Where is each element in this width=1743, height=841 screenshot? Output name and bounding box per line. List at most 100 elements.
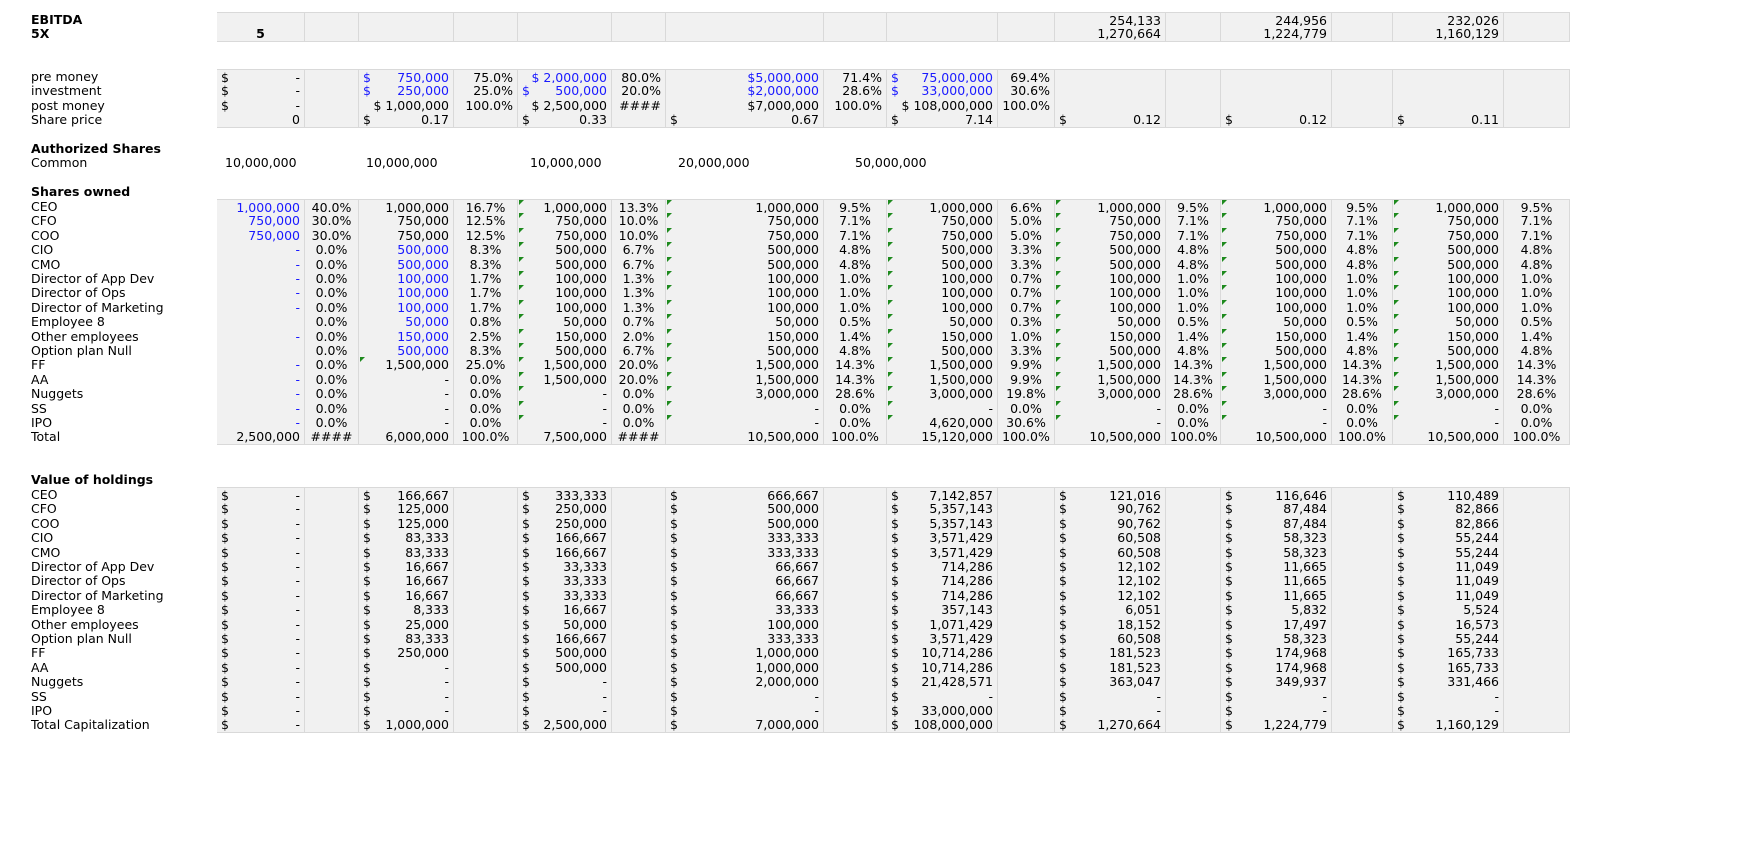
shares-owned-cell[interactable]: 10,500,000 (1393, 429, 1504, 446)
value-holdings-cell[interactable]: $1,000,000 (359, 717, 454, 734)
value-holdings-cell[interactable] (1332, 717, 1393, 734)
currency-symbol: $ (670, 587, 678, 603)
value-holdings-cell[interactable]: $7,000,000 (666, 717, 824, 734)
shares-owned-cell[interactable]: 100.0% (1504, 429, 1570, 446)
multiple-cell[interactable] (1504, 26, 1570, 42)
multiple-cell[interactable] (824, 26, 887, 42)
shares-owned-cell[interactable]: 10,500,000 (1221, 429, 1332, 446)
value-holdings-cell[interactable] (998, 717, 1055, 734)
currency-symbol: $ (363, 602, 371, 618)
shares-owned-cell[interactable]: #### (612, 429, 666, 446)
value-holdings-cell[interactable]: $1,160,129 (1393, 717, 1504, 734)
currency-symbol: $ (221, 488, 229, 503)
share-price-cell[interactable] (305, 112, 359, 129)
currency-symbol: $ (1059, 573, 1067, 589)
multiple-cell[interactable] (359, 26, 454, 42)
multiple-cell[interactable]: 5 (217, 26, 305, 42)
multiple-cell[interactable]: 1,270,664 (1055, 26, 1166, 42)
share-price-cell[interactable] (1166, 112, 1221, 129)
share-price-cell[interactable] (612, 112, 666, 129)
multiple-cell[interactable] (1332, 26, 1393, 42)
share-price-cell[interactable]: $0.12 (1055, 112, 1166, 129)
shares-owned-cell[interactable]: 100.0% (1166, 429, 1221, 446)
multiple-cell[interactable]: 1,160,129 (1393, 26, 1504, 42)
cell-value: 0.12 (1133, 112, 1161, 128)
cell-value: - (295, 488, 300, 503)
currency-symbol: $ (363, 488, 371, 503)
currency-symbol: $ (1059, 717, 1067, 733)
value-holdings-cell[interactable] (824, 717, 887, 734)
cell-value: - (444, 688, 449, 704)
cell-value: 666,667 (767, 488, 819, 503)
currency-symbol: $ (1225, 616, 1233, 632)
cell-value: 10,714,286 (921, 659, 993, 675)
value-holdings-cell[interactable]: $108,000,000 (887, 717, 998, 734)
share-price-cell[interactable]: $0.11 (1393, 112, 1504, 129)
shares-owned-cell[interactable]: 7,500,000 (518, 429, 612, 446)
share-price-cell[interactable] (998, 112, 1055, 129)
authorized-common-value: 20,000,000 (678, 155, 750, 170)
share-price-cell[interactable] (1504, 112, 1570, 129)
currency-symbol: $ (363, 659, 371, 675)
shares-owned-cell[interactable]: #### (305, 429, 359, 446)
currency-symbol: $ (891, 83, 899, 99)
value-holdings-cell[interactable]: $1,270,664 (1055, 717, 1166, 734)
multiple-cell[interactable] (612, 26, 666, 42)
share-price-cell[interactable]: $0.12 (1221, 112, 1332, 129)
shares-owned-cell[interactable]: 100.0% (1332, 429, 1393, 446)
value-holdings-cell[interactable] (454, 717, 518, 734)
currency-symbol: $ (221, 70, 229, 85)
cell-value: 181,523 (1109, 659, 1161, 675)
shares-owned-cell[interactable]: 15,120,000 (887, 429, 998, 446)
multiple-cell[interactable] (1166, 26, 1221, 42)
cell-value: 16,667 (563, 602, 607, 618)
share-price-cell[interactable] (824, 112, 887, 129)
value-holdings-cell[interactable]: $1,224,779 (1221, 717, 1332, 734)
cell-value: 60,508 (1117, 631, 1161, 646)
cell-value: 1,270,664 (1097, 717, 1161, 733)
shares-owned-cell[interactable]: 2,500,000 (217, 429, 305, 446)
value-holdings-cell[interactable]: $2,500,000 (518, 717, 612, 734)
value-holdings-cell[interactable]: $ - (217, 717, 305, 734)
currency-symbol: $ (670, 645, 678, 661)
multiple-cell[interactable]: 1,224,779 (1221, 26, 1332, 42)
currency-symbol: $ (522, 501, 530, 517)
currency-symbol: $ (1225, 530, 1233, 546)
share-price-cell[interactable]: $0.33 (518, 112, 612, 129)
multiple-cell[interactable] (454, 26, 518, 42)
currency-symbol: $ (522, 573, 530, 589)
shares-owned-cell[interactable]: 100.0% (824, 429, 887, 446)
currency-symbol: $ (891, 688, 899, 704)
currency-symbol: $ (522, 703, 530, 718)
cell-value: - (1494, 703, 1499, 718)
shares-owned-cell[interactable]: 100.0% (454, 429, 518, 446)
shares-owned-cell[interactable]: 100.0% (998, 429, 1055, 446)
value-holdings-cell[interactable] (305, 717, 359, 734)
cell-value: 7,142,857 (929, 488, 993, 503)
multiple-cell[interactable] (518, 26, 612, 42)
multiple-cell[interactable] (998, 26, 1055, 42)
value-holdings-cell[interactable] (1504, 717, 1570, 734)
share-price-cell[interactable]: $0.17 (359, 112, 454, 129)
value-holdings-cell[interactable] (1166, 717, 1221, 734)
shares-owned-cell[interactable]: 10,500,000 (1055, 429, 1166, 446)
cell-value: 83,333 (405, 530, 449, 546)
currency-symbol: $ (670, 515, 678, 531)
cell-value: 165,733 (1447, 645, 1499, 661)
shares-owned-cell[interactable]: 6,000,000 (359, 429, 454, 446)
multiple-cell[interactable] (887, 26, 998, 42)
multiple-cell[interactable] (305, 26, 359, 42)
currency-symbol: $ (1397, 559, 1405, 574)
multiple-cell[interactable] (666, 26, 824, 42)
currency-symbol: $ (1397, 488, 1405, 503)
share-price-cell[interactable] (454, 112, 518, 129)
value-holdings-cell[interactable] (612, 717, 666, 734)
share-price-cell[interactable]: $0.67 (666, 112, 824, 129)
currency-symbol: $ (221, 530, 229, 546)
share-price-cell[interactable]: 0 (217, 112, 305, 129)
cell-value: 100,000 (767, 616, 819, 632)
shares-owned-cell[interactable]: 10,500,000 (666, 429, 824, 446)
share-price-cell[interactable] (1332, 112, 1393, 129)
share-price-cell[interactable]: $7.14 (887, 112, 998, 129)
currency-symbol: $ (670, 488, 678, 503)
